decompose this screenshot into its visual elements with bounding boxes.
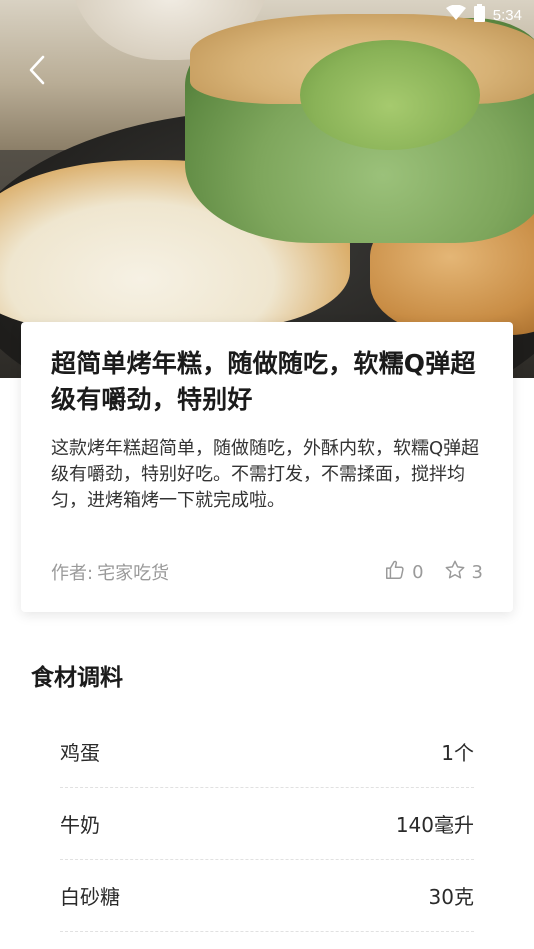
ingredient-row: 白砂糖 30克 <box>60 860 474 932</box>
thumbs-up-icon <box>384 559 406 586</box>
author-label: 作者: <box>51 563 94 584</box>
author-name[interactable]: 宅家吃货 <box>97 559 169 585</box>
ingredient-name: 鸡蛋 <box>60 741 100 765</box>
recipe-stats: 0 3 <box>384 559 483 586</box>
wifi-icon <box>445 4 466 25</box>
favorite-count: 3 <box>471 561 483 583</box>
ingredient-amount: 1个 <box>441 741 474 765</box>
like-button[interactable]: 0 <box>384 559 424 586</box>
recipe-meta: 作者: 宅家吃货 0 3 <box>51 556 483 588</box>
photo-cake-filling <box>300 40 480 150</box>
author-info: 作者: 宅家吃货 <box>51 559 169 585</box>
ingredient-name: 白砂糖 <box>60 885 120 909</box>
status-bar: 5:34 <box>445 4 522 26</box>
recipe-info-card: 超简单烤年糕，随做随吃，软糯Q弹超级有嚼劲，特别好 这款烤年糕超简单，随做随吃，… <box>21 322 513 612</box>
favorite-button[interactable]: 3 <box>444 559 483 586</box>
ingredient-name: 牛奶 <box>60 813 100 837</box>
like-count: 0 <box>412 561 424 583</box>
ingredient-row: 鸡蛋 1个 <box>60 716 474 788</box>
ingredient-row: 牛奶 140毫升 <box>60 788 474 860</box>
status-time: 5:34 <box>492 6 522 24</box>
back-button[interactable] <box>20 52 54 92</box>
ingredient-amount: 140毫升 <box>395 813 474 837</box>
ingredient-amount: 30克 <box>428 885 474 909</box>
battery-icon <box>473 4 485 26</box>
chevron-left-icon <box>28 55 46 89</box>
recipe-title: 超简单烤年糕，随做随吃，软糯Q弹超级有嚼劲，特别好 <box>51 349 476 414</box>
star-icon <box>444 559 466 586</box>
ingredients-section-title: 食材调料 <box>31 665 123 691</box>
ingredients-list: 鸡蛋 1个 牛奶 140毫升 白砂糖 30克 <box>60 716 474 932</box>
recipe-description: 这款烤年糕超简单，随做随吃，外酥内软，软糯Q弹超级有嚼劲，特别好吃。不需打发，不… <box>51 438 480 511</box>
